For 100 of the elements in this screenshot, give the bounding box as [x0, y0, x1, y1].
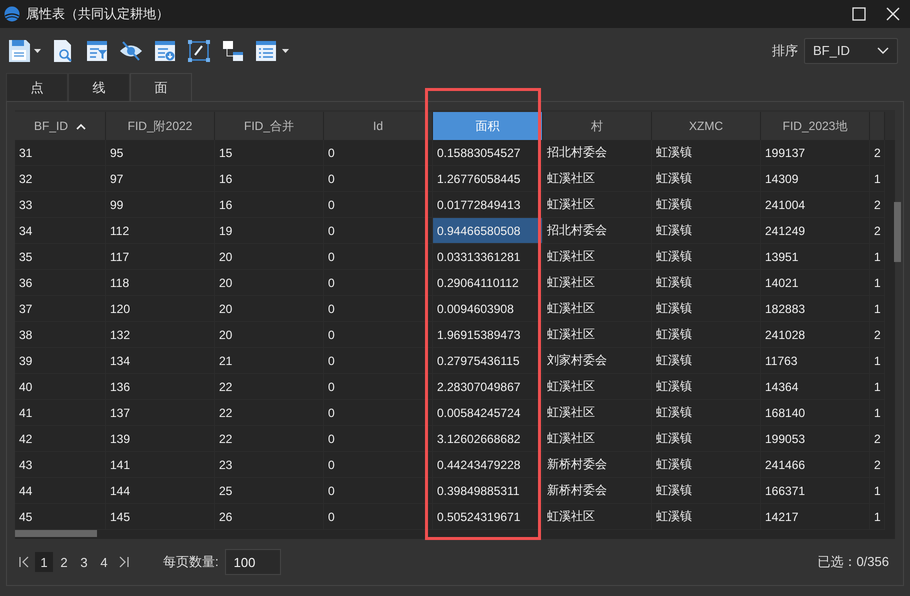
table-cell: 20 — [215, 244, 324, 270]
table-cell: 虹溪社区 — [543, 426, 652, 452]
table-cell: 0.29064110112 — [433, 270, 543, 296]
scrollbar-thumb[interactable] — [15, 530, 97, 537]
table-cell: 0 — [324, 374, 433, 400]
table-cell: 120 — [106, 296, 215, 322]
table-cell: 117 — [106, 244, 215, 270]
column-header[interactable]: XZMC — [652, 112, 761, 140]
save-icon[interactable] — [8, 38, 42, 63]
table-cell: 38 — [15, 322, 106, 348]
table-cell: 虹溪镇 — [652, 218, 761, 244]
page-button[interactable]: 2 — [55, 552, 73, 572]
table-cell: 虹溪镇 — [652, 452, 761, 478]
column-header[interactable]: Id — [324, 112, 433, 140]
maximize-icon[interactable] — [852, 7, 866, 22]
table-cell: 新桥村委会 — [543, 452, 652, 478]
table-cell: 16 — [215, 166, 324, 192]
table-cell: 136 — [106, 374, 215, 400]
table-cell: 0 — [324, 452, 433, 478]
tab[interactable]: 点 — [6, 73, 68, 101]
table-cell: 144 — [106, 478, 215, 504]
hide-icon[interactable] — [119, 40, 143, 62]
table-cell: 34 — [15, 218, 106, 244]
table-cell: 1 — [870, 270, 885, 296]
list-menu-icon[interactable] — [255, 40, 291, 62]
last-page-icon[interactable] — [119, 556, 129, 568]
table-cell: 36 — [15, 270, 106, 296]
table-cell: 22 — [215, 374, 324, 400]
table-cell: 20 — [215, 322, 324, 348]
tab[interactable]: 线 — [68, 73, 130, 101]
table-cell: 199053 — [761, 426, 870, 452]
first-page-icon[interactable] — [19, 556, 29, 568]
table-cell: 0 — [324, 478, 433, 504]
table-cell: 2 — [870, 322, 885, 348]
table-cell: 虹溪镇 — [652, 296, 761, 322]
page-size-field[interactable]: 100 — [224, 549, 281, 575]
table-cell: 1 — [870, 400, 885, 426]
table-cell: 0.39849885311 — [433, 478, 543, 504]
column-header[interactable]: FID_附2022 — [106, 112, 215, 140]
table-cell: 0 — [324, 322, 433, 348]
sort-ascending-icon — [76, 122, 86, 130]
table-cell: 199137 — [761, 140, 870, 166]
table-cell: 0 — [324, 140, 433, 166]
page-button[interactable]: 4 — [95, 552, 113, 572]
table-cell: 31 — [15, 140, 106, 166]
table-cell: 虹溪镇 — [652, 478, 761, 504]
table-cell: 13951 — [761, 244, 870, 270]
table-cell: 虹溪社区 — [543, 192, 652, 218]
column-header[interactable]: 村 — [543, 112, 652, 140]
table-cell: 182883 — [761, 296, 870, 322]
table-cell: 118 — [106, 270, 215, 296]
close-icon[interactable] — [886, 7, 900, 22]
table-cell: 2 — [870, 218, 885, 244]
table-cell: 1.96915389473 — [433, 322, 543, 348]
table-cell: 虹溪社区 — [543, 244, 652, 270]
table-cell: 0.00584245724 — [433, 400, 543, 426]
page-button[interactable]: 1 — [35, 552, 53, 572]
table-cell: 139 — [106, 426, 215, 452]
table-cell: 2 — [870, 452, 885, 478]
table-cell: 22 — [215, 426, 324, 452]
table-cell: 21 — [215, 348, 324, 374]
edit-shape-icon[interactable] — [187, 38, 211, 63]
table-cell: 1 — [870, 166, 885, 192]
app-logo-icon — [4, 6, 20, 22]
table-cell: 43 — [15, 452, 106, 478]
table-filter-icon[interactable] — [86, 40, 108, 62]
scrollbar-thumb[interactable] — [894, 202, 901, 262]
table-cell: 2 — [870, 192, 885, 218]
table-cell: 14364 — [761, 374, 870, 400]
table-cell: 241004 — [761, 192, 870, 218]
table-cell: 0.27975436115 — [433, 348, 543, 374]
table-cell: 40 — [15, 374, 106, 400]
table-cell: 虹溪镇 — [652, 426, 761, 452]
table-cell: 241028 — [761, 322, 870, 348]
table-cell: 虹溪镇 — [652, 140, 761, 166]
table-cell: 0 — [324, 400, 433, 426]
page-button[interactable]: 3 — [75, 552, 93, 572]
table-cell: 33 — [15, 192, 106, 218]
table-cell: 22 — [215, 400, 324, 426]
sort-dropdown[interactable]: BF_ID — [804, 38, 898, 64]
table-cell: 23 — [215, 452, 324, 478]
table-cell: 41 — [15, 400, 106, 426]
column-header[interactable]: FID_2023地 — [761, 112, 870, 140]
table-export-icon[interactable] — [154, 40, 176, 62]
table-cell: 20 — [215, 296, 324, 322]
table-cell: 虹溪镇 — [652, 374, 761, 400]
table-cell: 241466 — [761, 452, 870, 478]
table-cell: 112 — [106, 218, 215, 244]
link-tables-icon[interactable] — [222, 40, 244, 62]
table-cell: 0 — [324, 296, 433, 322]
window-title: 属性表（共同认定耕地） — [26, 5, 169, 24]
column-header[interactable]: BF_ID — [15, 112, 106, 140]
table-cell: 虹溪镇 — [652, 192, 761, 218]
column-header[interactable]: FID_合并 — [215, 112, 324, 140]
table-cell: 虹溪社区 — [543, 270, 652, 296]
table-cell: 虹溪镇 — [652, 244, 761, 270]
table-cell: 1 — [870, 244, 885, 270]
table-cell: 99 — [106, 192, 215, 218]
table-cell: 虹溪镇 — [652, 166, 761, 192]
tab[interactable]: 面 — [130, 73, 192, 102]
